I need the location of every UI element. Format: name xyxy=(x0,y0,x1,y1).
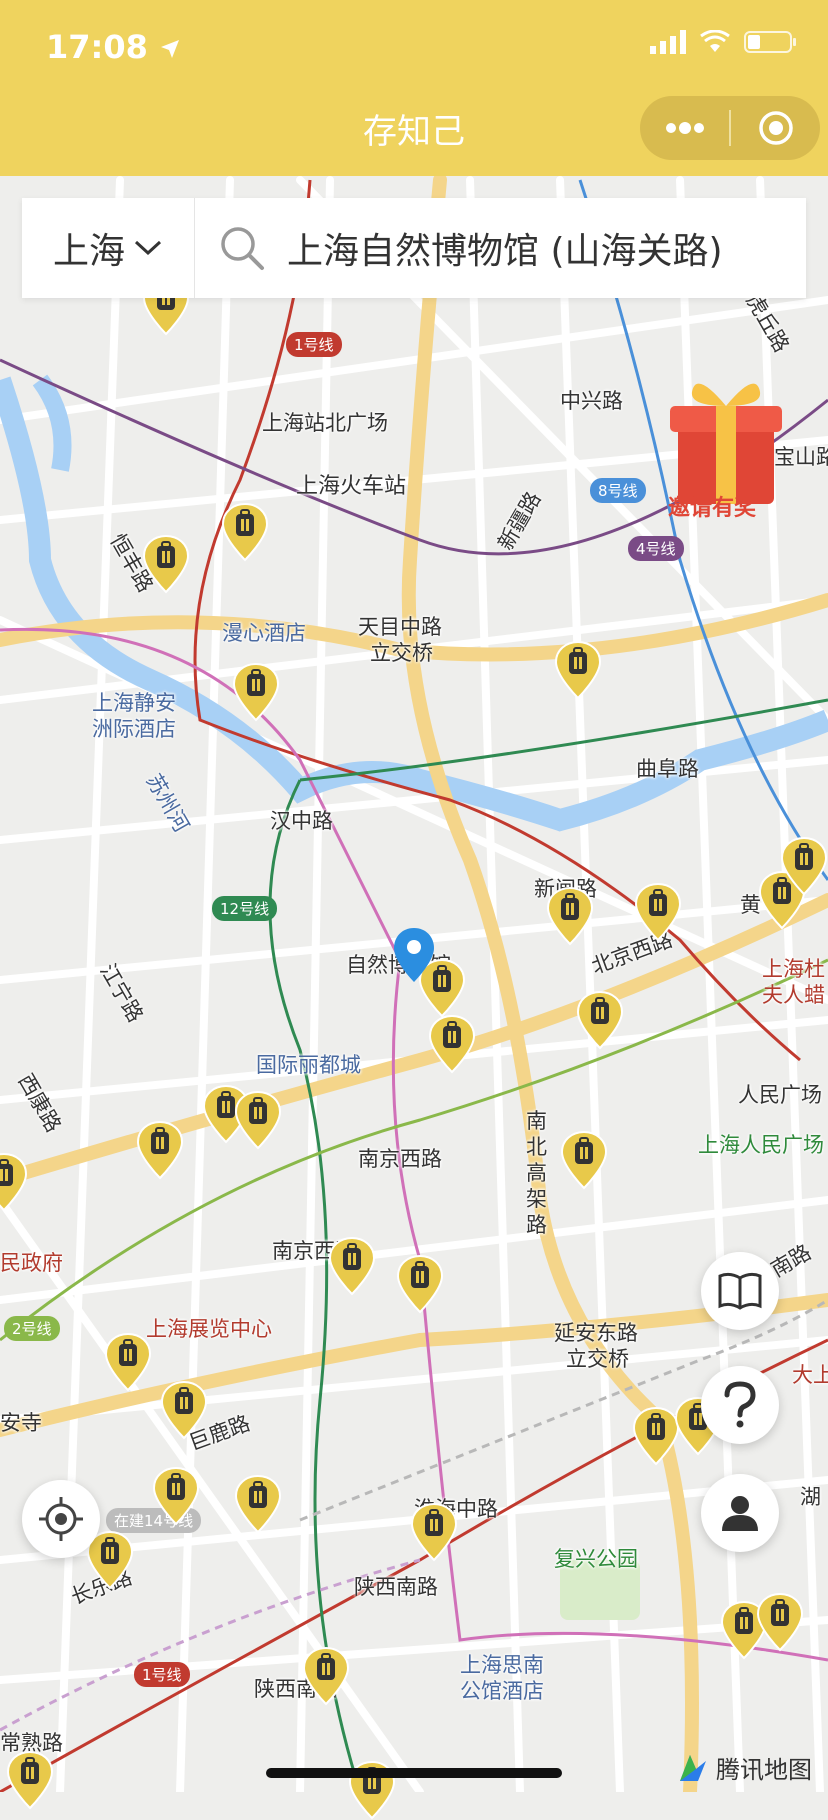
wifi-icon xyxy=(700,30,730,52)
storage-marker-icon[interactable] xyxy=(560,1130,608,1190)
storage-marker-icon[interactable] xyxy=(160,1380,208,1440)
battery-icon xyxy=(744,31,796,53)
storage-marker-icon[interactable] xyxy=(756,1592,804,1652)
more-button[interactable] xyxy=(640,96,729,160)
storage-marker-icon[interactable] xyxy=(6,1750,54,1810)
map-label-nanjing-west-road-1: 南京西路 xyxy=(358,1147,442,1171)
map-label-tianmu-middle-road: 天目中路 xyxy=(358,615,442,639)
map-label-jingan-intercontinental-2: 洲际酒店 xyxy=(92,717,176,741)
search-input[interactable]: 上海自然博物馆 (山海关路) xyxy=(195,222,723,274)
city-selector[interactable]: 上海 xyxy=(22,198,195,298)
tencent-map-logo-icon xyxy=(680,1754,706,1781)
metro-badge-line-8: 8号线 xyxy=(590,478,646,503)
location-arrow-icon xyxy=(161,40,179,58)
chevron-down-icon xyxy=(134,240,162,256)
target-icon xyxy=(758,111,793,145)
storage-marker-icon[interactable] xyxy=(0,1152,28,1212)
locate-icon xyxy=(39,1497,83,1541)
map-label-zhongxing-road: 中兴路 xyxy=(560,389,623,413)
storage-marker-icon[interactable] xyxy=(234,1474,282,1534)
storage-marker-icon[interactable] xyxy=(576,990,624,1050)
map-label-guoji-lidu-cheng: 国际丽都城 xyxy=(256,1053,361,1077)
storage-marker-icon[interactable] xyxy=(396,1254,444,1314)
city-label: 上海 xyxy=(52,231,125,272)
map-label-jingan-intercontinental-1: 上海静安 xyxy=(92,691,176,715)
storage-marker-icon[interactable] xyxy=(634,882,682,942)
status-indicators xyxy=(650,30,798,54)
search-bar: 上海 上海自然博物馆 (山海关路) xyxy=(22,198,806,298)
help-icon xyxy=(724,1381,756,1428)
map-label-shanghai-exhibition-center: 上海展览中心 xyxy=(146,1317,272,1341)
map-label-manxin-hotel: 漫心酒店 xyxy=(222,621,306,645)
storage-marker-icon[interactable] xyxy=(328,1236,376,1296)
map-label-dashang: 大上 xyxy=(792,1363,828,1387)
map-label-hu: 湖 xyxy=(800,1485,821,1509)
storage-marker-icon[interactable] xyxy=(104,1332,152,1392)
map-label-district-government: 民政府 xyxy=(0,1251,63,1275)
metro-badge-line-1-south: 1号线 xyxy=(134,1662,190,1687)
locate-me-button[interactable] xyxy=(22,1480,100,1558)
app-header: 17:08 存知己 xyxy=(0,0,828,176)
storage-marker-icon[interactable] xyxy=(302,1646,350,1706)
map-label-peoples-square: 人民广场 xyxy=(738,1083,822,1107)
storage-marker-icon[interactable] xyxy=(554,640,602,700)
signal-icon xyxy=(650,30,686,54)
storage-marker-icon[interactable] xyxy=(428,1014,476,1074)
map-label-shanghai-station-north-plaza: 上海站北广场 xyxy=(262,411,388,435)
map-label-qufu-road: 曲阜路 xyxy=(636,757,699,781)
metro-badge-line-12: 12号线 xyxy=(212,896,278,921)
search-query-text: 上海自然博物馆 (山海关路) xyxy=(287,231,723,272)
metro-badge-line-2: 2号线 xyxy=(4,1316,60,1341)
map-provider-name: 腾讯地图 xyxy=(716,1756,812,1784)
search-icon xyxy=(221,227,264,270)
storage-marker-icon[interactable] xyxy=(546,886,594,946)
map-label-interchange-1: 立交桥 xyxy=(370,641,433,665)
metro-badge-line-1: 1号线 xyxy=(286,332,342,357)
metro-badge-line-4: 4号线 xyxy=(628,536,684,561)
book-icon xyxy=(718,1272,762,1310)
close-miniprogram-button[interactable] xyxy=(731,96,820,160)
home-indicator xyxy=(266,1768,562,1778)
storage-marker-icon[interactable] xyxy=(780,836,828,896)
storage-marker-icon[interactable] xyxy=(136,1120,184,1180)
map-label-yanan-east-road: 延安东路 xyxy=(554,1321,638,1345)
map-label-sinan-mansions-2: 公馆酒店 xyxy=(460,1679,544,1703)
storage-marker-icon[interactable] xyxy=(152,1466,200,1526)
storage-marker-icon[interactable] xyxy=(632,1406,680,1466)
map-label-madame-tussauds-2: 夫人蜡 xyxy=(762,983,825,1007)
map-pin-icon[interactable] xyxy=(392,926,436,984)
storage-marker-icon[interactable] xyxy=(142,534,190,594)
more-icon xyxy=(665,122,704,134)
map-provider-logo: 腾讯地图 xyxy=(676,1750,812,1785)
storage-marker-icon[interactable] xyxy=(221,502,269,562)
map-label-madame-tussauds-1: 上海杜 xyxy=(762,957,825,981)
help-button[interactable] xyxy=(701,1366,779,1444)
map-label-fuxing-park: 复兴公园 xyxy=(554,1547,638,1571)
map-label-shanghai-railway-station: 上海火车站 xyxy=(296,474,407,499)
storage-marker-icon[interactable] xyxy=(232,662,280,722)
user-profile-button[interactable] xyxy=(701,1474,779,1552)
status-time: 17:08 xyxy=(46,28,181,66)
promo-label[interactable]: 邀请有奖 xyxy=(668,490,756,522)
map-label-hanzhong-road: 汉中路 xyxy=(270,809,333,833)
map-label-interchange-2: 立交桥 xyxy=(566,1347,629,1371)
storage-marker-icon[interactable] xyxy=(234,1090,282,1150)
map-label-shanghai-peoples-square: 上海人民广场 xyxy=(698,1133,824,1157)
map-label-sinan-mansions-1: 上海思南 xyxy=(460,1653,544,1677)
storage-marker-icon[interactable] xyxy=(410,1502,458,1562)
map-label-nanbei-elevated-road: 南北高架路 xyxy=(526,1109,547,1237)
map-label-shaanxi-south-road-1: 陕西南路 xyxy=(354,1575,438,1599)
map-label-jingan-temple: 安寺 xyxy=(0,1411,42,1435)
miniprogram-capsule xyxy=(640,96,820,160)
user-icon xyxy=(722,1496,758,1531)
guide-button[interactable] xyxy=(701,1252,779,1330)
